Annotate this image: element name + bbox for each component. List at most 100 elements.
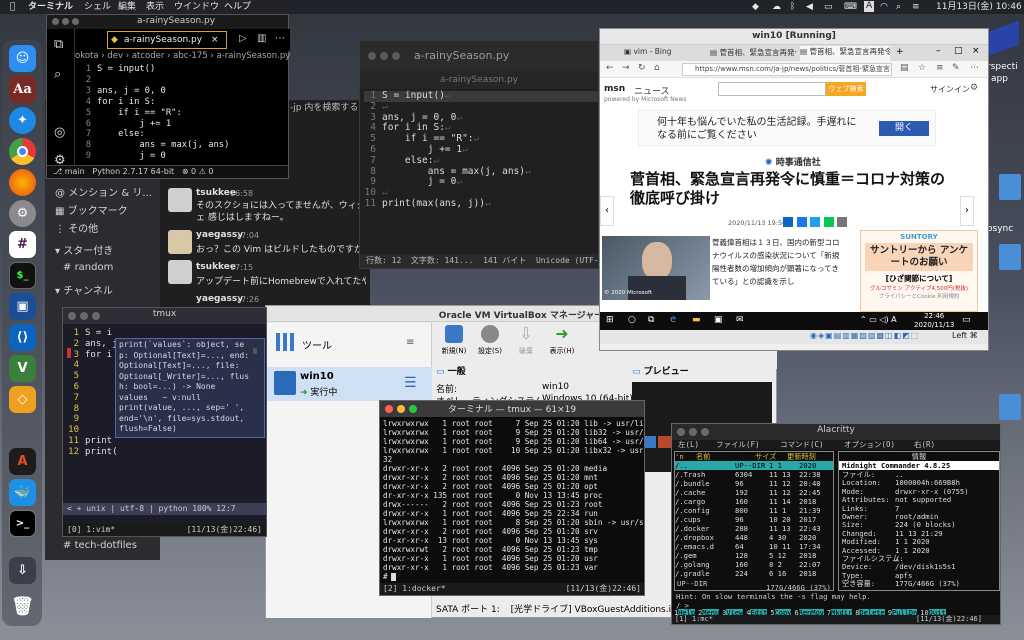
refresh-icon[interactable]: ↻ — [638, 63, 646, 73]
menu-view[interactable]: 表示 — [146, 0, 164, 14]
general-section-header[interactable]: ▭ 一般 — [436, 364, 466, 377]
alacritty-icon[interactable]: A — [9, 448, 36, 475]
slack-nav-more[interactable]: ⋮ その他 — [55, 220, 98, 235]
minimize-button[interactable] — [62, 18, 69, 25]
file-explorer-icon[interactable]: ▬ — [692, 315, 701, 325]
explorer-icon[interactable]: ⧉ — [54, 37, 63, 52]
mc-file-row[interactable]: /.emacs.d 64 10 11 17:34 — [675, 542, 833, 551]
slack-channel-tech-dotfiles[interactable]: # tech-dotfiles — [63, 540, 137, 551]
code-line[interactable]: 11 print(max(ans, j))↵ — [364, 198, 598, 210]
system-tray-icons[interactable]: ⌃ ▭ ◁) A — [860, 315, 897, 324]
mc-menu-file[interactable]: ファイル(F) — [716, 440, 760, 450]
slack-nav-mentions[interactable]: @ メンション & リ... — [55, 184, 152, 199]
status-python[interactable]: Python 2.7.17 64-bit — [92, 167, 174, 176]
desktop-folder-icon[interactable] — [999, 174, 1021, 200]
code-area[interactable]: 1S = input() 2 3 ans, j = 0, 0 4 for i in S: 5… — [75, 64, 290, 164]
signin-link[interactable]: サインイン — [930, 84, 970, 95]
code-line[interactable]: 5 if i == "R": — [75, 108, 290, 119]
mc-left-panel[interactable]: 'n 名前 サイズ 更新時刻 /.. UP--DIR 1 1 2020/.Trash 6… — [674, 451, 834, 591]
show-button[interactable]: ➜ 表示(H) — [542, 325, 582, 356]
back-icon[interactable]: ← — [606, 63, 614, 73]
vm-list-menu-icon[interactable]: ☰ — [404, 375, 417, 391]
msn-search-input[interactable] — [718, 82, 826, 96]
close-button[interactable] — [368, 52, 376, 60]
discard-button[interactable]: ⇩ 破棄 — [506, 325, 546, 356]
mail-icon[interactable] — [837, 217, 847, 227]
desktop-folder-icon[interactable] — [999, 394, 1021, 420]
minimize-icon[interactable]: – — [936, 46, 941, 56]
sketch-icon[interactable]: ◇ — [9, 386, 36, 413]
tmux-window-list[interactable]: [0] 1:vim* — [67, 525, 115, 534]
mc-file-row[interactable]: /.gradle 224 6 16 2018 — [675, 569, 833, 578]
term2-titlebar[interactable]: ターミナル — tmux — 61×19 — [380, 401, 644, 417]
code-line[interactable]: 12 print( — [67, 447, 127, 458]
terminal2-icon[interactable]: >_ — [9, 510, 36, 537]
downloads-icon[interactable]: ⇩ — [9, 557, 36, 584]
host-key-indicator[interactable]: Left ⌘ — [952, 331, 978, 340]
close-button[interactable] — [52, 18, 59, 25]
vm-device-icons[interactable]: ◉◈▣▤▥▦▧▨▩◫◧◩⬚ — [810, 331, 919, 340]
mc-file-row[interactable]: /.bundle 96 11 12 20:40 — [675, 479, 833, 488]
safari-icon[interactable]: ✦ — [9, 107, 36, 134]
msn-logo[interactable]: msn — [604, 84, 625, 94]
web-search-button[interactable]: ウェブ検索 — [826, 82, 866, 96]
system-preferences-icon[interactable]: ⚙ — [9, 200, 36, 227]
tools-menu-icon[interactable]: ≡ — [406, 337, 414, 348]
hub-icon[interactable]: ≡ — [936, 63, 944, 73]
account-icon[interactable]: ◎ — [54, 125, 65, 140]
text-editor-titlebar[interactable]: a-rainySeason.py — [360, 41, 598, 71]
line-icon[interactable] — [823, 217, 834, 227]
slack-starred-header[interactable]: ▾ スター付き — [55, 242, 113, 257]
tmux-window-list[interactable]: [2] 1:docker* — [383, 584, 446, 593]
code-area[interactable]: 1S = input()↵ 2 ↵ 3 ans, j = 0, 0↵ 4 for i in … — [360, 89, 598, 254]
desktop-app-icon[interactable] — [989, 20, 1019, 56]
windows-start-icon[interactable]: ⊞ — [606, 315, 614, 325]
menu-shell[interactable]: シェル — [84, 0, 111, 14]
code-line[interactable]: 1S = input()↵ — [364, 90, 598, 102]
search-icon[interactable]: ○ — [628, 315, 636, 325]
virtualbox-icon[interactable]: ▣ — [9, 293, 36, 320]
vim-icon[interactable]: V — [9, 355, 36, 382]
mc-file-row[interactable]: /.. UP--DIR 1 1 2020 — [675, 461, 833, 470]
vm-titlebar[interactable]: win10 [Running] — [600, 29, 988, 45]
trash-icon[interactable]: 🗑 — [9, 593, 36, 620]
mc-menu-right[interactable]: 右(R) — [914, 440, 935, 450]
mc-file-row[interactable]: /.Trash 6304 11 13 22:38 — [675, 470, 833, 479]
wifi-icon[interactable]: ◠ — [880, 0, 888, 14]
control-center-icon[interactable]: ≡ — [912, 0, 920, 14]
code-line[interactable]: 7 else: — [75, 129, 290, 140]
notification-icon[interactable]: ▭ — [962, 315, 971, 325]
slack-channels-header[interactable]: ▾ チャンネル — [55, 282, 113, 297]
slack-nav-bookmarks[interactable]: ▦ ブックマーク — [55, 202, 128, 217]
code-line[interactable]: 3 ans, j = 0, 0 — [75, 86, 290, 97]
mc-right-panel[interactable]: 情報 Midnight Commander 4.8.25 ファイル:.. Loca… — [838, 451, 1000, 591]
dropbox-icon[interactable]: ◆ — [752, 0, 759, 14]
slack-channel-random[interactable]: # random — [63, 262, 113, 273]
close-icon[interactable]: × — [972, 46, 980, 56]
apple-icon[interactable]:  — [10, 0, 15, 14]
code-line[interactable]: 4 for i in S: — [75, 97, 290, 108]
search-icon[interactable]: ⌕ — [896, 0, 901, 14]
bluetooth-icon[interactable]: ᛒ — [790, 0, 795, 14]
forward-icon[interactable]: → — [622, 63, 630, 73]
browser-tab[interactable]: ▣ vim - Bing — [624, 47, 704, 61]
completion-popup[interactable]: print(`values`: object, se p: Optional[Te… — [115, 338, 265, 438]
tools-icon[interactable] — [274, 331, 296, 353]
code-line[interactable]: 8 ans = max(j, ans) — [75, 140, 290, 151]
terminal-icon[interactable]: $_ — [9, 262, 36, 289]
new-button[interactable]: 新規(N) — [434, 325, 474, 356]
code-line[interactable]: 6 j += 1 — [75, 119, 290, 130]
slack-search-input[interactable]: -jp 内を検索する — [290, 100, 358, 113]
mc-file-row[interactable]: /.dropbox 448 4 30 2020 — [675, 533, 833, 542]
volume-icon[interactable]: ◀ — [806, 0, 813, 14]
status-problems[interactable]: ⊗ 0 ⚠ 0 — [182, 167, 214, 176]
cloud-icon[interactable]: ☁ — [772, 0, 781, 14]
breadcrumb[interactable]: okota › dev › atcoder › abc-175 › a-rain… — [75, 51, 290, 63]
chrome-icon[interactable] — [9, 138, 36, 165]
split-editor-icon[interactable]: ▥ — [257, 33, 266, 44]
reading-view-icon[interactable]: ▤ — [900, 63, 909, 73]
vscode-titlebar[interactable]: a-rainySeason.py — [47, 15, 288, 29]
tab-title[interactable]: a-rainySeason.py — [360, 71, 598, 89]
status-branch[interactable]: main — [65, 167, 85, 176]
tools-label[interactable]: ツール — [302, 337, 332, 352]
